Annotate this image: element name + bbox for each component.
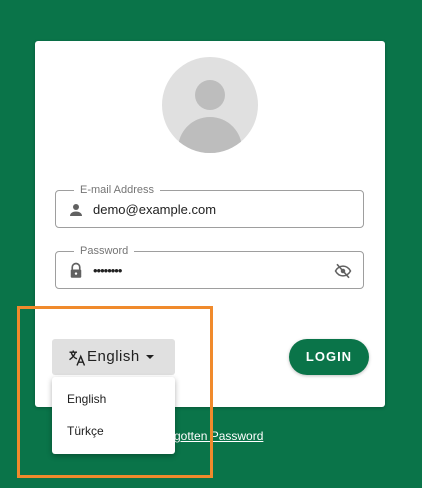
avatar (162, 57, 258, 153)
login-button[interactable]: LOGIN (289, 339, 369, 375)
email-value: demo@example.com (93, 202, 217, 217)
person-icon (70, 204, 82, 216)
password-value: •••••••• (93, 263, 122, 278)
lock-icon (70, 262, 82, 278)
password-label: Password (74, 244, 135, 258)
avatar-body (178, 117, 242, 153)
password-field[interactable]: Password •••••••• (55, 244, 364, 289)
eye-off-icon[interactable] (333, 262, 353, 280)
email-field[interactable]: E-mail Address demo@example.com (55, 183, 364, 228)
highlight-box (17, 306, 213, 478)
avatar-head (195, 80, 225, 110)
email-label: E-mail Address (74, 183, 160, 197)
